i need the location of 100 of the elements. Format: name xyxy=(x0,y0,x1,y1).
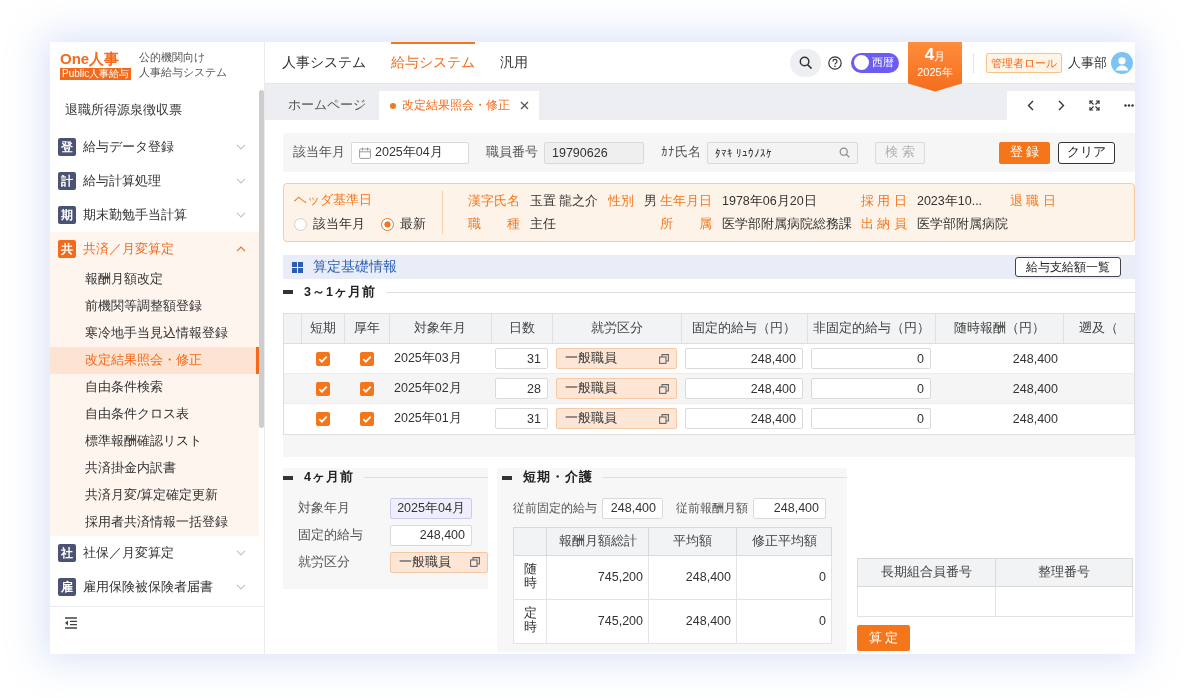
month-field[interactable]: 2025年04月 xyxy=(390,497,472,519)
number-field[interactable]: 0 xyxy=(811,378,931,399)
field-label: 従前固定的給与 xyxy=(513,499,597,517)
field-label: 漢字氏名 xyxy=(468,192,520,210)
checkbox[interactable] xyxy=(315,351,330,366)
table-cell: 0 xyxy=(736,599,832,643)
row-header: 随時 xyxy=(523,563,537,591)
submenu-item[interactable]: 自由条件クロス表 xyxy=(50,401,259,428)
search-button[interactable] xyxy=(790,48,821,77)
input-field[interactable]: 19790626 xyxy=(544,141,644,164)
clear-button[interactable]: クリア xyxy=(1058,141,1115,164)
menu-group-tile: 登 xyxy=(58,138,76,156)
expand-icon[interactable] xyxy=(1089,100,1100,111)
nav-tab[interactable]: 汎用 xyxy=(500,42,528,83)
search-icon xyxy=(799,56,812,69)
number-field[interactable]: 0 xyxy=(811,348,931,369)
field-label: 採 用 日 xyxy=(861,192,907,210)
column-header: 平均額 xyxy=(648,527,737,555)
column-header: 就労区分 xyxy=(552,314,681,344)
minus-icon[interactable] xyxy=(502,475,512,480)
number-field[interactable]: 248,400 xyxy=(390,524,472,546)
menu-item[interactable]: 退職所得源泉徴収票 xyxy=(50,90,259,130)
select-field[interactable]: 一般職員 xyxy=(556,378,677,399)
number-field[interactable]: 31 xyxy=(495,408,548,430)
submenu-item[interactable]: 自由条件検索 xyxy=(50,374,259,401)
nav-tab[interactable]: 人事システム xyxy=(282,42,366,83)
calendar-icon xyxy=(359,146,371,159)
logo-caption: 公的機関向け xyxy=(139,50,207,65)
field-label: 退 職 日 xyxy=(1010,192,1056,210)
number-field[interactable]: 248,400 xyxy=(685,378,803,399)
field-label: 出 納 員 xyxy=(861,215,907,233)
table-cell: 0 xyxy=(736,555,832,599)
radio-button[interactable] xyxy=(381,218,394,231)
submenu-item[interactable]: 共済月変/算定確定更新 xyxy=(50,482,259,509)
checkbox[interactable] xyxy=(359,351,374,366)
submenu-item[interactable]: 採用者共済情報一括登録 xyxy=(50,509,259,536)
submenu-item[interactable]: 共済掛金内訳書 xyxy=(50,455,259,482)
table-cell: 745,200 xyxy=(546,599,649,643)
chevron-down-icon xyxy=(236,212,246,218)
select-field[interactable]: 一般職員 xyxy=(556,408,677,430)
salary-list-button[interactable]: 給与支給額一覧 xyxy=(1015,257,1121,277)
more-icon[interactable] xyxy=(1124,104,1134,107)
checkbox[interactable] xyxy=(359,411,374,426)
number-field[interactable]: 31 xyxy=(495,348,548,369)
group-title: 4ヶ月前 xyxy=(304,469,354,486)
search-icon xyxy=(839,147,850,158)
menu-group[interactable]: 計 給与計算処理 xyxy=(50,164,259,198)
menu-group[interactable]: 雇 雇用保険被保険者届書 xyxy=(50,570,259,604)
number-field[interactable]: 0 xyxy=(811,408,931,430)
chevron-down-icon xyxy=(236,178,246,184)
number-field[interactable]: 248,400 xyxy=(685,348,803,369)
search-field[interactable]: ﾀﾏｷ ﾘｭｳﾉｽｹ xyxy=(707,141,858,164)
select-field[interactable]: 一般職員 xyxy=(390,551,488,573)
menu-group-tile: 計 xyxy=(58,172,76,190)
date-field[interactable]: 2025年04月 xyxy=(351,141,469,164)
submenu-item[interactable]: 報酬月額改定 xyxy=(50,266,259,293)
table-cell: 2025年01月 xyxy=(389,403,491,434)
submenu-item[interactable]: 標準報酬確認リスト xyxy=(50,428,259,455)
logo-caption: 人事給与システム xyxy=(139,65,228,80)
table-cell: 745,200 xyxy=(546,555,649,599)
number-field[interactable]: 248,400 xyxy=(753,497,826,519)
checkbox[interactable] xyxy=(359,381,374,396)
grid-icon xyxy=(292,261,303,273)
scrollbar-thumb[interactable] xyxy=(259,90,264,428)
chevron-left-icon[interactable] xyxy=(1027,100,1034,111)
radio-label: 最新 xyxy=(400,216,426,233)
submenu-item[interactable]: 前機関等調整額登録 xyxy=(50,293,259,320)
menu-group[interactable]: 期 期末勤勉手当計算 xyxy=(50,198,259,232)
number-field[interactable]: 248,400 xyxy=(602,497,663,519)
chevron-down-icon xyxy=(236,550,246,556)
field-label: 対象年月 xyxy=(298,499,351,517)
column-header: 整理番号 xyxy=(995,558,1133,586)
help-icon[interactable] xyxy=(828,55,842,70)
menu-group[interactable]: 社 社保／月変算定 xyxy=(50,536,259,570)
checkbox[interactable] xyxy=(315,411,330,426)
column-header: 随時報酬（円） xyxy=(935,314,1063,344)
avatar-icon[interactable] xyxy=(1111,51,1133,74)
column-header: 固定的給与（円） xyxy=(681,314,807,344)
chevron-right-icon[interactable] xyxy=(1058,100,1065,111)
close-icon[interactable] xyxy=(520,101,529,110)
number-field[interactable]: 28 xyxy=(495,378,548,399)
page-tab[interactable]: ホームページ xyxy=(280,91,374,120)
table-cell: 248,400 xyxy=(648,599,737,643)
minus-icon[interactable] xyxy=(283,475,293,480)
field-label: 生年月日 xyxy=(660,192,712,210)
menu-group-tile: 共 xyxy=(58,240,76,258)
era-toggle[interactable]: 西暦 xyxy=(851,52,899,73)
radio-label: 該当年月 xyxy=(313,216,365,233)
group-title: 短期・介護 xyxy=(523,469,593,486)
submenu-item[interactable]: 寒冷地手当見込情報登録 xyxy=(50,320,259,347)
menu-group[interactable]: 登 給与データ登録 xyxy=(50,130,259,164)
select-field[interactable]: 一般職員 xyxy=(556,348,677,369)
collapse-menu-icon[interactable] xyxy=(64,617,78,629)
column-header: 短期 xyxy=(301,314,344,344)
number-field[interactable]: 248,400 xyxy=(685,408,803,430)
checkbox[interactable] xyxy=(315,381,330,396)
column-header: 報酬月額総計 xyxy=(546,527,649,555)
column-header: 日数 xyxy=(491,314,552,344)
radio-button[interactable] xyxy=(294,218,307,231)
year-label: 2025年 xyxy=(917,65,953,79)
